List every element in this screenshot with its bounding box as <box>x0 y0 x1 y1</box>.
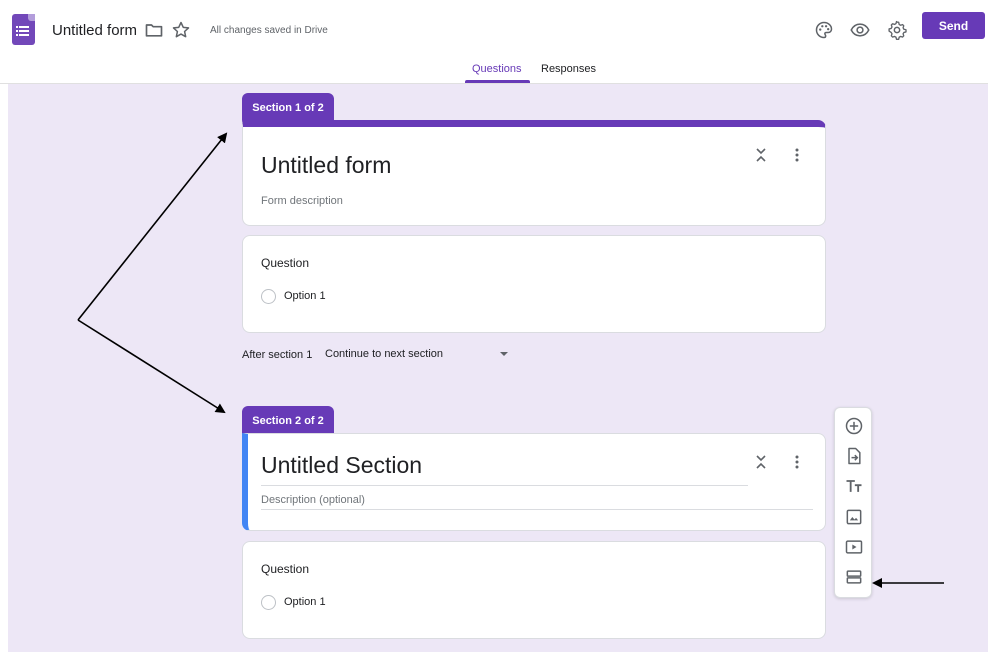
option-label[interactable]: Option 1 <box>284 290 326 302</box>
section-2-tag: Section 2 of 2 <box>242 406 334 435</box>
add-image-icon[interactable] <box>844 507 864 527</box>
more-options-icon[interactable] <box>789 147 805 163</box>
section-2-header-card[interactable]: Untitled Section Description (optional) <box>242 433 826 531</box>
after-section-label: After section 1 <box>242 349 313 361</box>
option-label[interactable]: Option 1 <box>284 596 326 608</box>
section-2-question-card[interactable]: Question Option 1 <box>242 541 826 639</box>
import-questions-icon[interactable] <box>844 446 864 466</box>
section-1-question-card[interactable]: Question Option 1 <box>242 235 826 333</box>
question-label[interactable]: Question <box>261 256 309 270</box>
floating-toolbar <box>834 407 872 598</box>
save-status: All changes saved in Drive <box>210 25 328 36</box>
section-title[interactable]: Untitled Section <box>261 452 422 479</box>
radio-button[interactable] <box>261 289 276 304</box>
add-video-icon[interactable] <box>844 537 864 557</box>
tab-questions[interactable]: Questions <box>472 63 522 75</box>
radio-button[interactable] <box>261 595 276 610</box>
section-1-tag: Section 1 of 2 <box>242 93 334 122</box>
app-header: Untitled form All changes saved in Drive… <box>0 0 988 84</box>
tab-responses[interactable]: Responses <box>541 63 596 75</box>
after-section-select[interactable]: Continue to next section <box>325 348 443 360</box>
gear-icon[interactable] <box>887 20 907 40</box>
collapse-icon[interactable] <box>753 454 769 470</box>
form-description[interactable]: Form description <box>261 195 343 207</box>
add-question-icon[interactable] <box>844 416 864 436</box>
document-title[interactable]: Untitled form <box>52 22 137 39</box>
more-options-icon[interactable] <box>789 454 805 470</box>
section-1-header-card[interactable]: Untitled form Form description <box>242 120 826 226</box>
palette-icon[interactable] <box>814 20 834 40</box>
collapse-icon[interactable] <box>753 147 769 163</box>
form-title[interactable]: Untitled form <box>261 152 391 179</box>
eye-icon[interactable] <box>850 20 870 40</box>
question-label[interactable]: Question <box>261 562 309 576</box>
section-description[interactable]: Description (optional) <box>261 494 365 506</box>
google-forms-editor: Untitled form All changes saved in Drive… <box>0 0 988 652</box>
add-title-icon[interactable] <box>844 476 864 496</box>
add-section-icon[interactable] <box>844 567 864 587</box>
star-icon[interactable] <box>171 20 191 40</box>
description-underline <box>261 509 813 510</box>
folder-icon[interactable] <box>144 20 164 40</box>
title-underline <box>261 485 748 486</box>
forms-app-icon[interactable] <box>12 14 35 45</box>
active-tab-indicator <box>465 80 530 83</box>
send-button[interactable]: Send <box>922 12 985 39</box>
chevron-down-icon[interactable] <box>500 352 508 356</box>
